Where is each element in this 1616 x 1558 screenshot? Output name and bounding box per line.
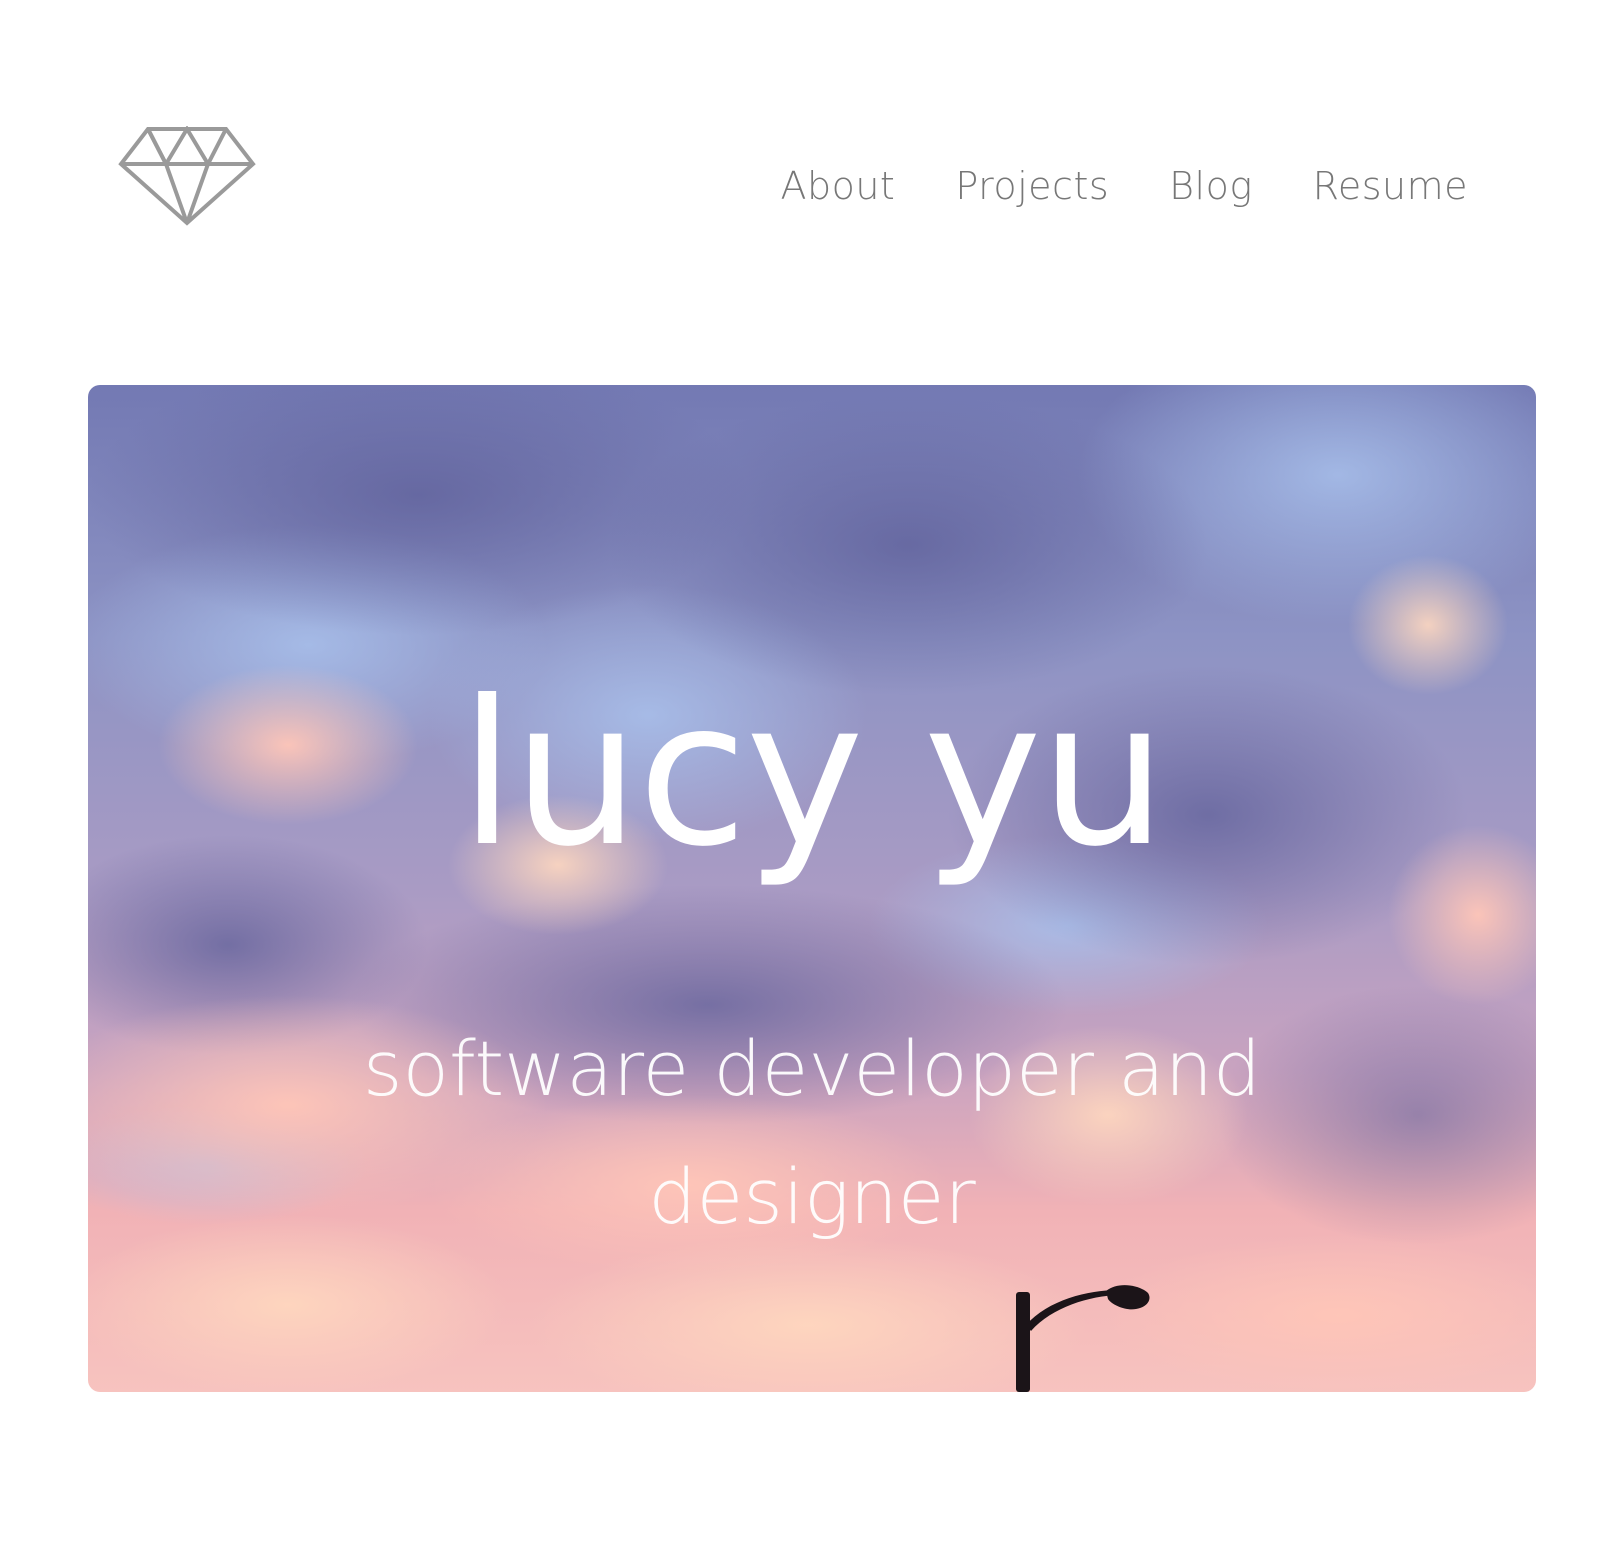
nav-about-link[interactable]: About: [780, 158, 895, 214]
page: About Projects Blog Resume lucy yu softw…: [0, 0, 1616, 1558]
hero-text-overlay: lucy yu software developer and designer: [88, 385, 1536, 1392]
main-nav: About Projects Blog Resume: [720, 158, 1468, 214]
hero-banner: lucy yu software developer and designer: [88, 385, 1536, 1392]
nav-projects-link[interactable]: Projects: [955, 158, 1109, 214]
nav-resume-link[interactable]: Resume: [1313, 158, 1468, 214]
hero-tagline: software developer and designer: [362, 1024, 1262, 1241]
hero-name-heading: lucy yu: [459, 658, 1166, 891]
diamond-logo-icon[interactable]: [118, 126, 256, 226]
nav-blog-link[interactable]: Blog: [1169, 158, 1253, 214]
